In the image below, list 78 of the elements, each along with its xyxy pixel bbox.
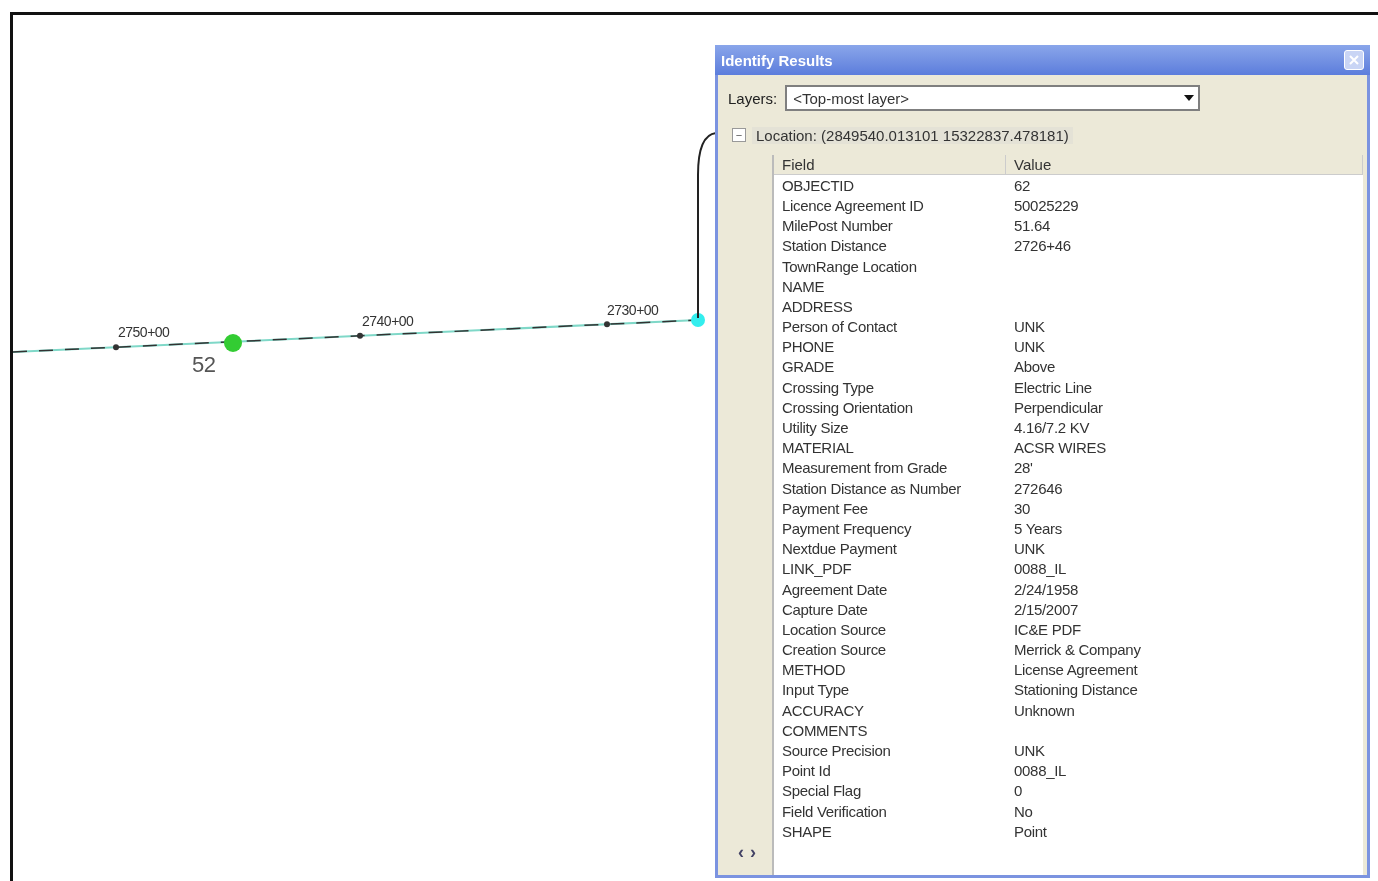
- field-cell-text: Station Distance: [781, 236, 888, 256]
- value-cell-text: IC&E PDF: [1013, 619, 1082, 640]
- field-cell-text: ADDRESS: [781, 296, 854, 317]
- value-cell-text: Unknown: [1013, 700, 1076, 721]
- field-cell-text: GRADE: [781, 357, 835, 378]
- point-label: 52: [192, 352, 216, 378]
- field-cell-text: Source Precision: [781, 741, 892, 761]
- station-label: 2750+00: [118, 324, 170, 340]
- close-button[interactable]: [1344, 50, 1364, 70]
- location-node[interactable]: Location: (2849540.013101 15322837.478181): [752, 126, 1073, 144]
- station-label: 2740+00: [362, 313, 414, 329]
- field-cell-text: Crossing Orientation: [781, 397, 914, 418]
- value-cell-text: 272646: [1013, 478, 1064, 499]
- caret-icon: [1184, 95, 1195, 101]
- field-cell-text: METHOD: [781, 660, 847, 680]
- value-cell-text: Electric Line: [1013, 377, 1093, 398]
- field-cell-text: OBJECTID: [781, 175, 855, 196]
- field-cell-text: Special Flag: [781, 781, 862, 801]
- field-cell-text: Crossing Type: [781, 377, 875, 398]
- field-cell-text: PHONE: [781, 337, 835, 357]
- window-title: Identify Results: [721, 51, 833, 69]
- value-cell-text: Perpendicular: [1013, 397, 1104, 418]
- field-cell-text: Payment Frequency: [781, 518, 913, 539]
- field-cell-text: ACCURACY: [781, 700, 865, 721]
- scroll-left-button[interactable]: ‹: [738, 842, 744, 863]
- field-cell-text: Licence Agreement ID: [781, 195, 925, 216]
- field-cell-text: Payment Fee: [781, 498, 869, 519]
- field-cell-text: SHAPE: [781, 821, 833, 842]
- column-header[interactable]: Value: [1006, 155, 1363, 176]
- value-cell-text: 0088_IL: [1013, 559, 1068, 579]
- value-cell-text: Point: [1013, 821, 1048, 842]
- close-icon: [1349, 55, 1359, 65]
- layers-label: Layers:: [728, 89, 778, 107]
- value-cell-text: 0088_IL: [1013, 761, 1068, 781]
- value-cell-text: 62: [1013, 175, 1032, 196]
- value-cell-text: 2/24/1958: [1013, 579, 1080, 600]
- field-cell-text: Nextdue Payment: [781, 539, 898, 559]
- field-cell-text: Capture Date: [781, 599, 869, 620]
- field-cell-text: Point Id: [781, 761, 832, 781]
- field-cell-text: Utility Size: [781, 418, 850, 438]
- field-cell-text: Field Verification: [781, 801, 888, 822]
- field-cell-text: Location Source: [781, 619, 887, 640]
- column-header[interactable]: Field: [774, 155, 1006, 176]
- field-cell-text: Station Distance as Number: [781, 478, 962, 499]
- layers-dropdown[interactable]: <Top-most layer>: [785, 85, 1201, 111]
- value-cell-text: UNK: [1013, 741, 1046, 761]
- value-cell-text: 0: [1013, 781, 1024, 801]
- value-cell-text: ACSR WIRES: [1013, 438, 1107, 458]
- value-cell-text: 28': [1013, 458, 1034, 478]
- value-cell-text: 4.16/7.2 KV: [1013, 418, 1091, 438]
- field-cell-text: NAME: [781, 276, 826, 297]
- field-cell-text: Agreement Date: [781, 579, 889, 600]
- value-cell-text: UNK: [1013, 337, 1046, 357]
- field-cell-text: Person of Contact: [781, 317, 898, 337]
- field-cell-text: COMMENTS: [781, 720, 869, 741]
- value-cell-text: License Agreement: [1013, 660, 1139, 680]
- value-cell-text: UNK: [1013, 317, 1046, 337]
- value-cell-text: 2/15/2007: [1013, 599, 1080, 620]
- value-cell-text: 5 Years: [1013, 518, 1063, 539]
- field-cell-text: Input Type: [781, 680, 850, 701]
- field-cell-text: Measurement from Grade: [781, 458, 949, 478]
- value-cell-text: Above: [1013, 357, 1057, 378]
- scroll-right-button[interactable]: ›: [750, 842, 756, 863]
- value-cell-text: UNK: [1013, 539, 1046, 559]
- field-cell-text: MATERIAL: [781, 438, 855, 458]
- value-cell-text: No: [1013, 801, 1034, 822]
- value-cell-text: 51.64: [1013, 216, 1052, 236]
- field-cell-text: TownRange Location: [781, 256, 918, 277]
- value-cell-text: Merrick & Company: [1013, 640, 1142, 660]
- field-cell-text: Creation Source: [781, 640, 887, 660]
- value-cell-text: Stationing Distance: [1013, 680, 1139, 701]
- value-cell-text: 50025229: [1013, 195, 1080, 216]
- tree-toggle[interactable]: −: [732, 128, 746, 142]
- station-label: 2730+00: [607, 302, 659, 318]
- field-cell-text: MilePost Number: [781, 216, 894, 236]
- value-cell-text: 30: [1013, 498, 1032, 519]
- field-cell-text: LINK_PDF: [781, 559, 853, 579]
- value-cell-text: 2726+46: [1013, 236, 1072, 256]
